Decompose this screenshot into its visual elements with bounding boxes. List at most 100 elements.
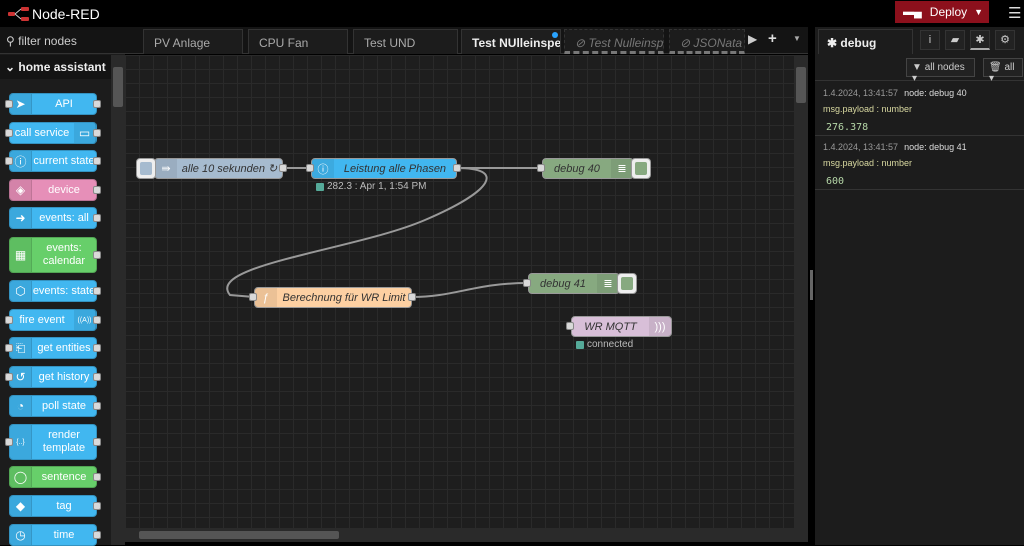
output-port[interactable]: [408, 293, 416, 301]
flow-canvas[interactable]: [125, 55, 808, 528]
input-port: [5, 129, 13, 137]
palette-node-label: get entities: [37, 341, 91, 354]
output-port: [93, 316, 101, 324]
palette-node-label: events: state: [32, 284, 96, 297]
debug-toggle-button[interactable]: [631, 158, 651, 179]
tab-test-nulleinspeisung[interactable]: Test NUlleinspeisung: [461, 29, 561, 54]
input-port[interactable]: [306, 164, 314, 172]
flow-node-current_state[interactable]: ⓘ Leistung alle Phasen: [311, 158, 457, 179]
mqtt-signal-icon: ))): [649, 317, 671, 336]
input-port[interactable]: [537, 164, 545, 172]
entities-icon: ⎗: [10, 338, 32, 358]
tab-test-und[interactable]: Test UND: [353, 29, 458, 54]
palette-node-label: current state: [33, 154, 95, 167]
output-port: [93, 186, 101, 194]
braces-icon: {..}: [10, 425, 32, 459]
disabled-icon: ⊘: [680, 36, 694, 50]
function-icon: ƒ: [255, 288, 277, 307]
output-port: [93, 473, 101, 481]
node-label: Leistung alle Phasen: [343, 162, 447, 175]
palette-scrollbar[interactable]: [111, 55, 125, 545]
flow-node-debug40[interactable]: debug 40 ≣: [542, 158, 634, 179]
debug-toggle-button[interactable]: [617, 273, 637, 294]
deploy-dropdown-icon[interactable]: ▼: [974, 7, 983, 17]
inject-button[interactable]: [136, 158, 156, 179]
palette-node-call-service[interactable]: call service ▭: [9, 122, 97, 144]
sidebar-resize-handle[interactable]: [810, 270, 813, 300]
debug-filter-dropdown[interactable]: ▼ all nodes ▾: [906, 58, 975, 84]
node-label: debug 40: [554, 162, 600, 175]
palette-node-render-template[interactable]: {..} render template: [9, 424, 97, 460]
paper-plane-icon: ➤: [10, 94, 32, 114]
output-port: [93, 214, 101, 222]
palette-node-label: render template: [42, 429, 86, 454]
canvas-horizontal-scrollbar[interactable]: [125, 528, 808, 542]
palette-node-get-entities[interactable]: ⎗ get entities: [9, 337, 97, 359]
canvas-vertical-scrollbar[interactable]: [794, 55, 808, 528]
info-icon: ⓘ: [312, 159, 334, 178]
palette-node-current-state[interactable]: ⓘ current state: [9, 150, 97, 172]
palette-node-events-state[interactable]: ⬡ events: state: [9, 280, 97, 302]
wire: [411, 282, 529, 298]
debug-bug-icon[interactable]: ✱: [970, 30, 990, 50]
flow-node-function[interactable]: ƒ Berechnung für WR Limit: [254, 287, 412, 308]
input-port[interactable]: [566, 322, 574, 330]
hexagon-arrow-icon: ⬡: [10, 281, 32, 301]
palette-node-get-history[interactable]: ↺ get history: [9, 366, 97, 388]
palette-node-events-all[interactable]: ➜ events: all: [9, 207, 97, 229]
debug-message[interactable]: 1.4.2024, 13:41:57 node: debug 40 msg.payl…: [815, 82, 1024, 136]
tab-pv-anlage[interactable]: PV Anlage: [143, 29, 243, 54]
arrow-right-icon: ➜: [10, 208, 32, 228]
add-tab-button[interactable]: +: [768, 30, 777, 47]
help-book-icon[interactable]: ▰: [945, 30, 965, 50]
palette-node-events-calendar[interactable]: ▦ events: calendar: [9, 237, 97, 273]
tag-icon: ◆: [10, 496, 32, 516]
scroll-tabs-right-icon[interactable]: ▶: [748, 32, 757, 46]
tab-cpu-fan[interactable]: CPU Fan: [248, 29, 348, 54]
output-port: [93, 502, 101, 510]
hamburger-icon[interactable]: ☰: [1008, 4, 1021, 22]
node-label: alle 10 sekunden ↻: [181, 163, 278, 175]
sidebar-tab-debug[interactable]: ✱ debug: [818, 29, 913, 54]
palette-node-poll-state[interactable]: ◔ poll state: [9, 395, 97, 417]
input-port: [5, 438, 13, 446]
deploy-button[interactable]: ▬▄ Deploy ▼: [895, 1, 989, 23]
tab-test-nulleinspeisung[interactable]: ⊘ Test Nulleinspeisung: [564, 29, 664, 54]
debug-value[interactable]: 276.378: [826, 122, 1016, 133]
output-port[interactable]: [279, 164, 287, 172]
info-icon[interactable]: i: [920, 30, 940, 50]
palette-category-header[interactable]: ⌄ home assistant: [0, 55, 111, 79]
flow-node-mqtt[interactable]: WR MQTT))): [571, 316, 672, 337]
flow-node-inject[interactable]: ⇛ alle 10 sekunden ↻: [154, 158, 283, 179]
palette-node-fire-event[interactable]: fire event ((A)): [9, 309, 97, 331]
input-port: [5, 344, 13, 352]
debug-clear-button[interactable]: 🗑 all ▾: [983, 58, 1023, 84]
node-label: Berechnung für WR Limit: [282, 291, 406, 304]
palette-node-label: get history: [38, 370, 90, 383]
palette-node-tag[interactable]: ◆ tag: [9, 495, 97, 517]
palette-node-time[interactable]: ◷ time: [9, 524, 97, 546]
status-dot-icon: [316, 182, 324, 191]
output-port[interactable]: [453, 164, 461, 172]
debug-value[interactable]: 600: [826, 176, 1016, 187]
wires: [226, 167, 542, 298]
output-port: [93, 251, 101, 259]
tab-jsonata-funktion[interactable]: ⊘ JSONata Funktion: [669, 29, 745, 54]
tab-list-dropdown-icon[interactable]: ▼: [793, 34, 801, 43]
palette-node-device[interactable]: ◈ device: [9, 179, 97, 201]
debug-message[interactable]: 1.4.2024, 13:41:57 node: debug 41 msg.payl…: [815, 136, 1024, 190]
debug-node-link[interactable]: node: debug 41: [904, 142, 967, 152]
disabled-icon: ⊘: [575, 36, 589, 50]
input-port[interactable]: [523, 279, 531, 287]
flow-node-debug41[interactable]: debug 41 ≣: [528, 273, 620, 294]
debug-node-link[interactable]: node: debug 40: [904, 88, 967, 98]
gear-icon[interactable]: ⚙: [995, 30, 1015, 50]
input-port[interactable]: [249, 293, 257, 301]
palette-filter-input[interactable]: ⚲ filter nodes: [0, 27, 125, 54]
output-port: [93, 287, 101, 295]
node-status: connected: [576, 339, 633, 350]
inject-arrow-icon: ⇛: [155, 159, 177, 178]
cube-icon: ◈: [10, 180, 32, 200]
palette-node-sentence[interactable]: ◯ sentence: [9, 466, 97, 488]
palette-node-api[interactable]: ➤ API: [9, 93, 97, 115]
